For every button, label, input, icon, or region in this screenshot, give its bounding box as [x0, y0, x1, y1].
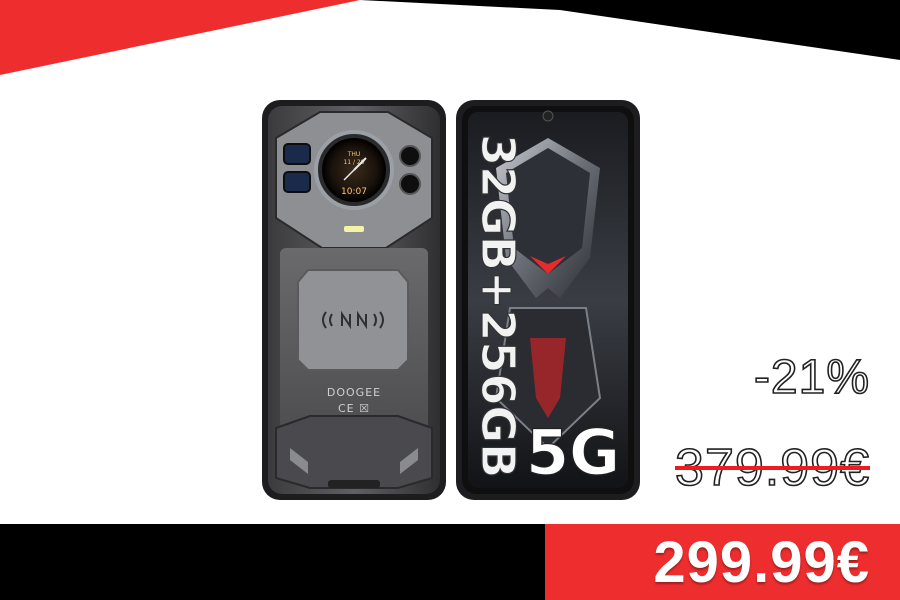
certification-marks: CE ☒ [338, 402, 370, 415]
final-price: 299.99€ [653, 530, 870, 595]
strikethrough-line [675, 466, 870, 470]
phone-back: THU 11 / 29 10:07 DOOGEE CE ☒ [262, 100, 446, 500]
flash-icon [344, 226, 364, 232]
front-camera-icon [542, 110, 554, 122]
top-banner-red-wedge [0, 0, 360, 75]
old-price-container: 379.99€ [674, 439, 870, 497]
spec-network: 5G [526, 416, 620, 489]
top-banner [0, 0, 900, 75]
product-image: THU 11 / 29 10:07 DOOGEE CE ☒ 32GB+256GB… [262, 100, 640, 500]
camera-lens-icon [283, 143, 311, 165]
top-banner-black-wedge [360, 0, 900, 60]
clock-time: 10:07 [341, 187, 367, 197]
camera-lens-icon [399, 145, 421, 167]
discount-percentage: -21% [753, 351, 870, 405]
brand-logo: DOOGEE [327, 386, 381, 399]
camera-lens-icon [283, 171, 311, 193]
phone-front: 32GB+256GB 5G [456, 100, 640, 500]
spec-memory: 32GB+256GB [471, 134, 525, 478]
clock-day: THU [347, 151, 361, 158]
camera-lens-icon [399, 173, 421, 195]
